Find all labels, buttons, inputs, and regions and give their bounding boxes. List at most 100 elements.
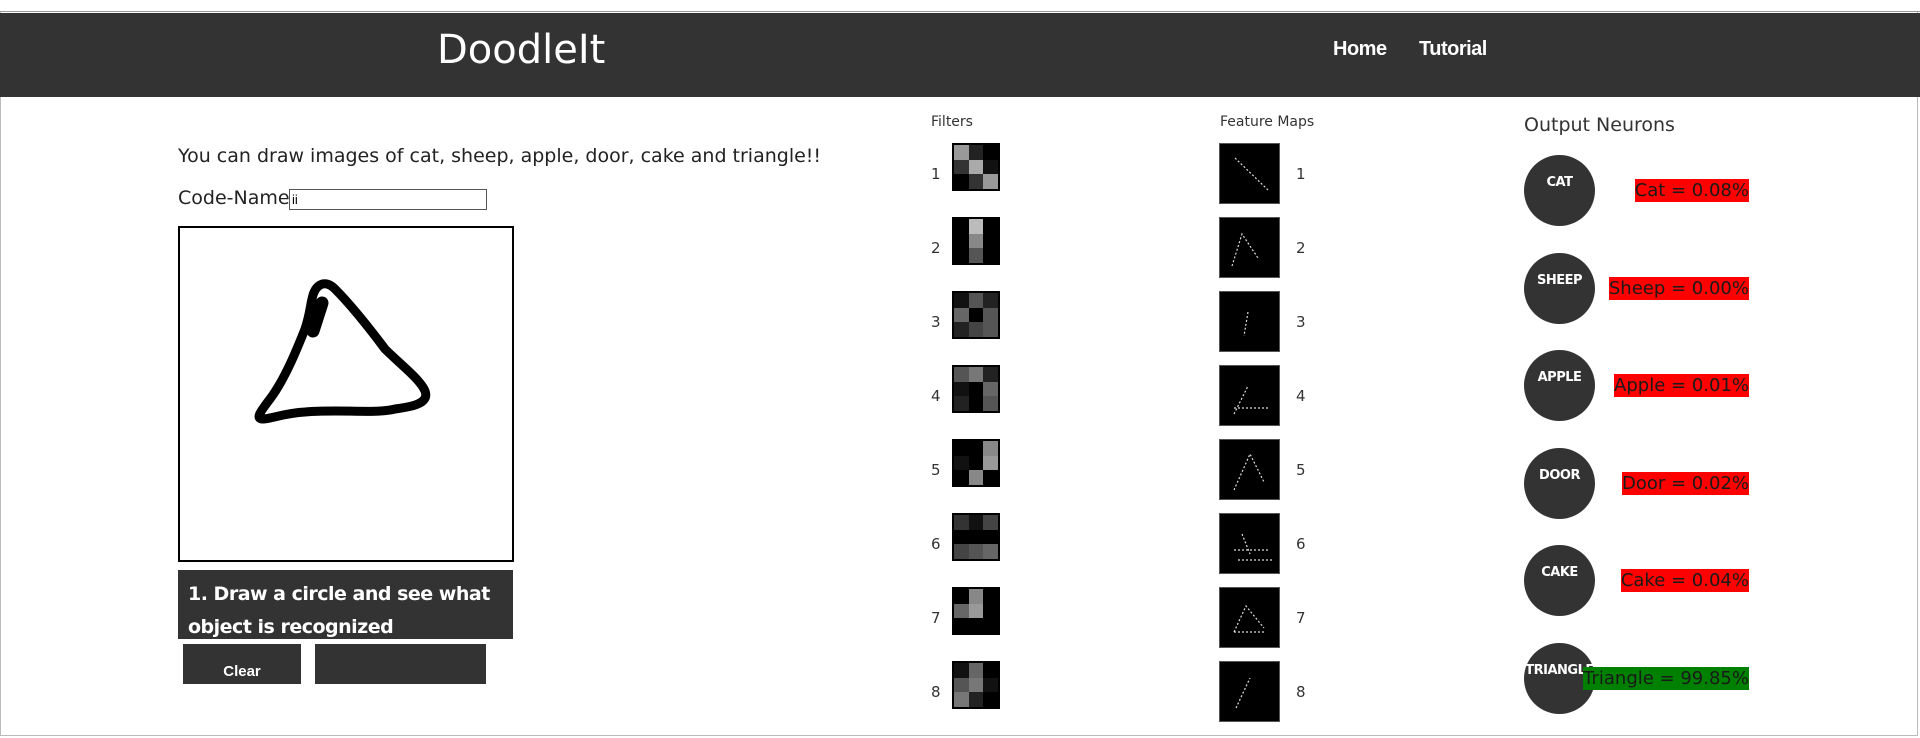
filter-cell: [968, 603, 984, 619]
nav-home-link[interactable]: Home: [1333, 38, 1387, 61]
instruction-banner: 1. Draw a circle and see what object is …: [178, 570, 513, 639]
filter-cell: [983, 441, 998, 456]
feature-map-edge: [1243, 311, 1249, 337]
filter-cell: [954, 381, 969, 397]
feature-map-edge: [1233, 452, 1265, 491]
filter-cell: [983, 663, 998, 678]
filter-cell: [954, 219, 969, 234]
filter-cell: [983, 396, 998, 411]
filter-cell: [983, 367, 998, 382]
filter-number: 3: [931, 313, 941, 331]
filter-cell: [983, 174, 998, 189]
feature-map-thumbnail: [1219, 439, 1280, 500]
filter-cell: [983, 529, 998, 545]
feature-map-thumbnail: [1219, 217, 1280, 278]
filters-heading: Filters: [931, 114, 973, 130]
filter-cell: [983, 618, 998, 633]
feature-map-edge: [1235, 677, 1251, 709]
filter-thumbnail: [952, 365, 1000, 413]
filter-cell: [954, 589, 969, 604]
filter-cell: [968, 219, 984, 234]
output-neuron-apple: APPLE: [1524, 350, 1595, 421]
filter-cell: [983, 470, 998, 485]
doodle-drawing: [254, 279, 431, 424]
output-neuron-cake: CAKE: [1524, 545, 1595, 616]
filter-cell: [968, 470, 984, 485]
filter-cell: [983, 515, 998, 530]
filter-cell: [983, 589, 998, 604]
filter-cell: [968, 589, 984, 604]
filter-cell: [968, 145, 984, 160]
feature-map-number: 2: [1296, 239, 1306, 257]
filter-cell: [983, 455, 998, 471]
filter-cell: [954, 233, 969, 249]
filter-cell: [968, 159, 984, 175]
filter-cell: [968, 248, 984, 263]
drawing-canvas[interactable]: [178, 226, 514, 562]
probability-label-sheep: Sheep = 0.00%: [1608, 277, 1749, 300]
nav-tutorial-link[interactable]: Tutorial: [1419, 38, 1487, 61]
feature-map-thumbnail: [1219, 587, 1280, 648]
filter-cell: [983, 219, 998, 234]
filter-cell: [968, 307, 984, 323]
filter-cell: [983, 322, 998, 337]
top-strip: [0, 0, 1920, 12]
filter-cell: [968, 233, 984, 249]
filter-cell: [968, 618, 984, 633]
intro-text: You can draw images of cat, sheep, apple…: [178, 145, 822, 167]
filter-cell: [983, 307, 998, 323]
filter-thumbnail: [952, 661, 1000, 709]
feature-map-number: 6: [1296, 535, 1306, 553]
filter-cell: [968, 692, 984, 707]
filter-cell: [954, 663, 969, 678]
filter-cell: [968, 396, 984, 411]
feature-map-edge: [1231, 232, 1259, 267]
filter-cell: [983, 692, 998, 707]
filter-number: 5: [931, 461, 941, 479]
filter-number: 2: [931, 239, 941, 257]
filter-cell: [968, 677, 984, 693]
filter-cell: [954, 529, 969, 545]
brand-title[interactable]: DoodleIt: [437, 27, 605, 73]
filter-thumbnail: [952, 439, 1000, 487]
filter-cell: [954, 618, 969, 633]
filter-cell: [954, 367, 969, 382]
feature-maps-heading: Feature Maps: [1220, 114, 1315, 130]
filter-cell: [954, 159, 969, 175]
filter-cell: [983, 293, 998, 308]
secondary-button[interactable]: [315, 644, 486, 684]
filter-number: 4: [931, 387, 941, 405]
filter-cell: [983, 544, 998, 559]
filter-cell: [954, 248, 969, 263]
feature-map-number: 7: [1296, 609, 1306, 627]
clear-button[interactable]: Clear: [183, 644, 301, 684]
feature-map-edge: [1234, 533, 1272, 561]
filter-cell: [954, 455, 969, 471]
filter-number: 6: [931, 535, 941, 553]
filter-cell: [954, 307, 969, 323]
filter-cell: [954, 293, 969, 308]
filter-cell: [968, 293, 984, 308]
filter-cell: [968, 515, 984, 530]
filter-cell: [954, 441, 969, 456]
output-neuron-cat: CAT: [1524, 155, 1595, 226]
filter-cell: [954, 515, 969, 530]
feature-map-thumbnail: [1219, 661, 1280, 722]
filter-number: 1: [931, 165, 941, 183]
feature-map-edge: [1233, 385, 1270, 415]
filter-cell: [968, 455, 984, 471]
probability-label-triangle: Triangle = 99.85%: [1583, 667, 1749, 690]
code-name-input[interactable]: [289, 189, 487, 210]
probability-label-cat: Cat = 0.08%: [1634, 179, 1749, 202]
filter-cell: [983, 233, 998, 249]
filter-cell: [983, 159, 998, 175]
filter-cell: [954, 544, 969, 559]
feature-map-number: 1: [1296, 165, 1306, 183]
probability-label-door: Door = 0.02%: [1622, 472, 1749, 495]
probability-label-apple: Apple = 0.01%: [1614, 374, 1749, 397]
filter-cell: [954, 396, 969, 411]
feature-map-number: 4: [1296, 387, 1306, 405]
filter-cell: [983, 145, 998, 160]
filter-cell: [954, 603, 969, 619]
feature-map-thumbnail: [1219, 291, 1280, 352]
